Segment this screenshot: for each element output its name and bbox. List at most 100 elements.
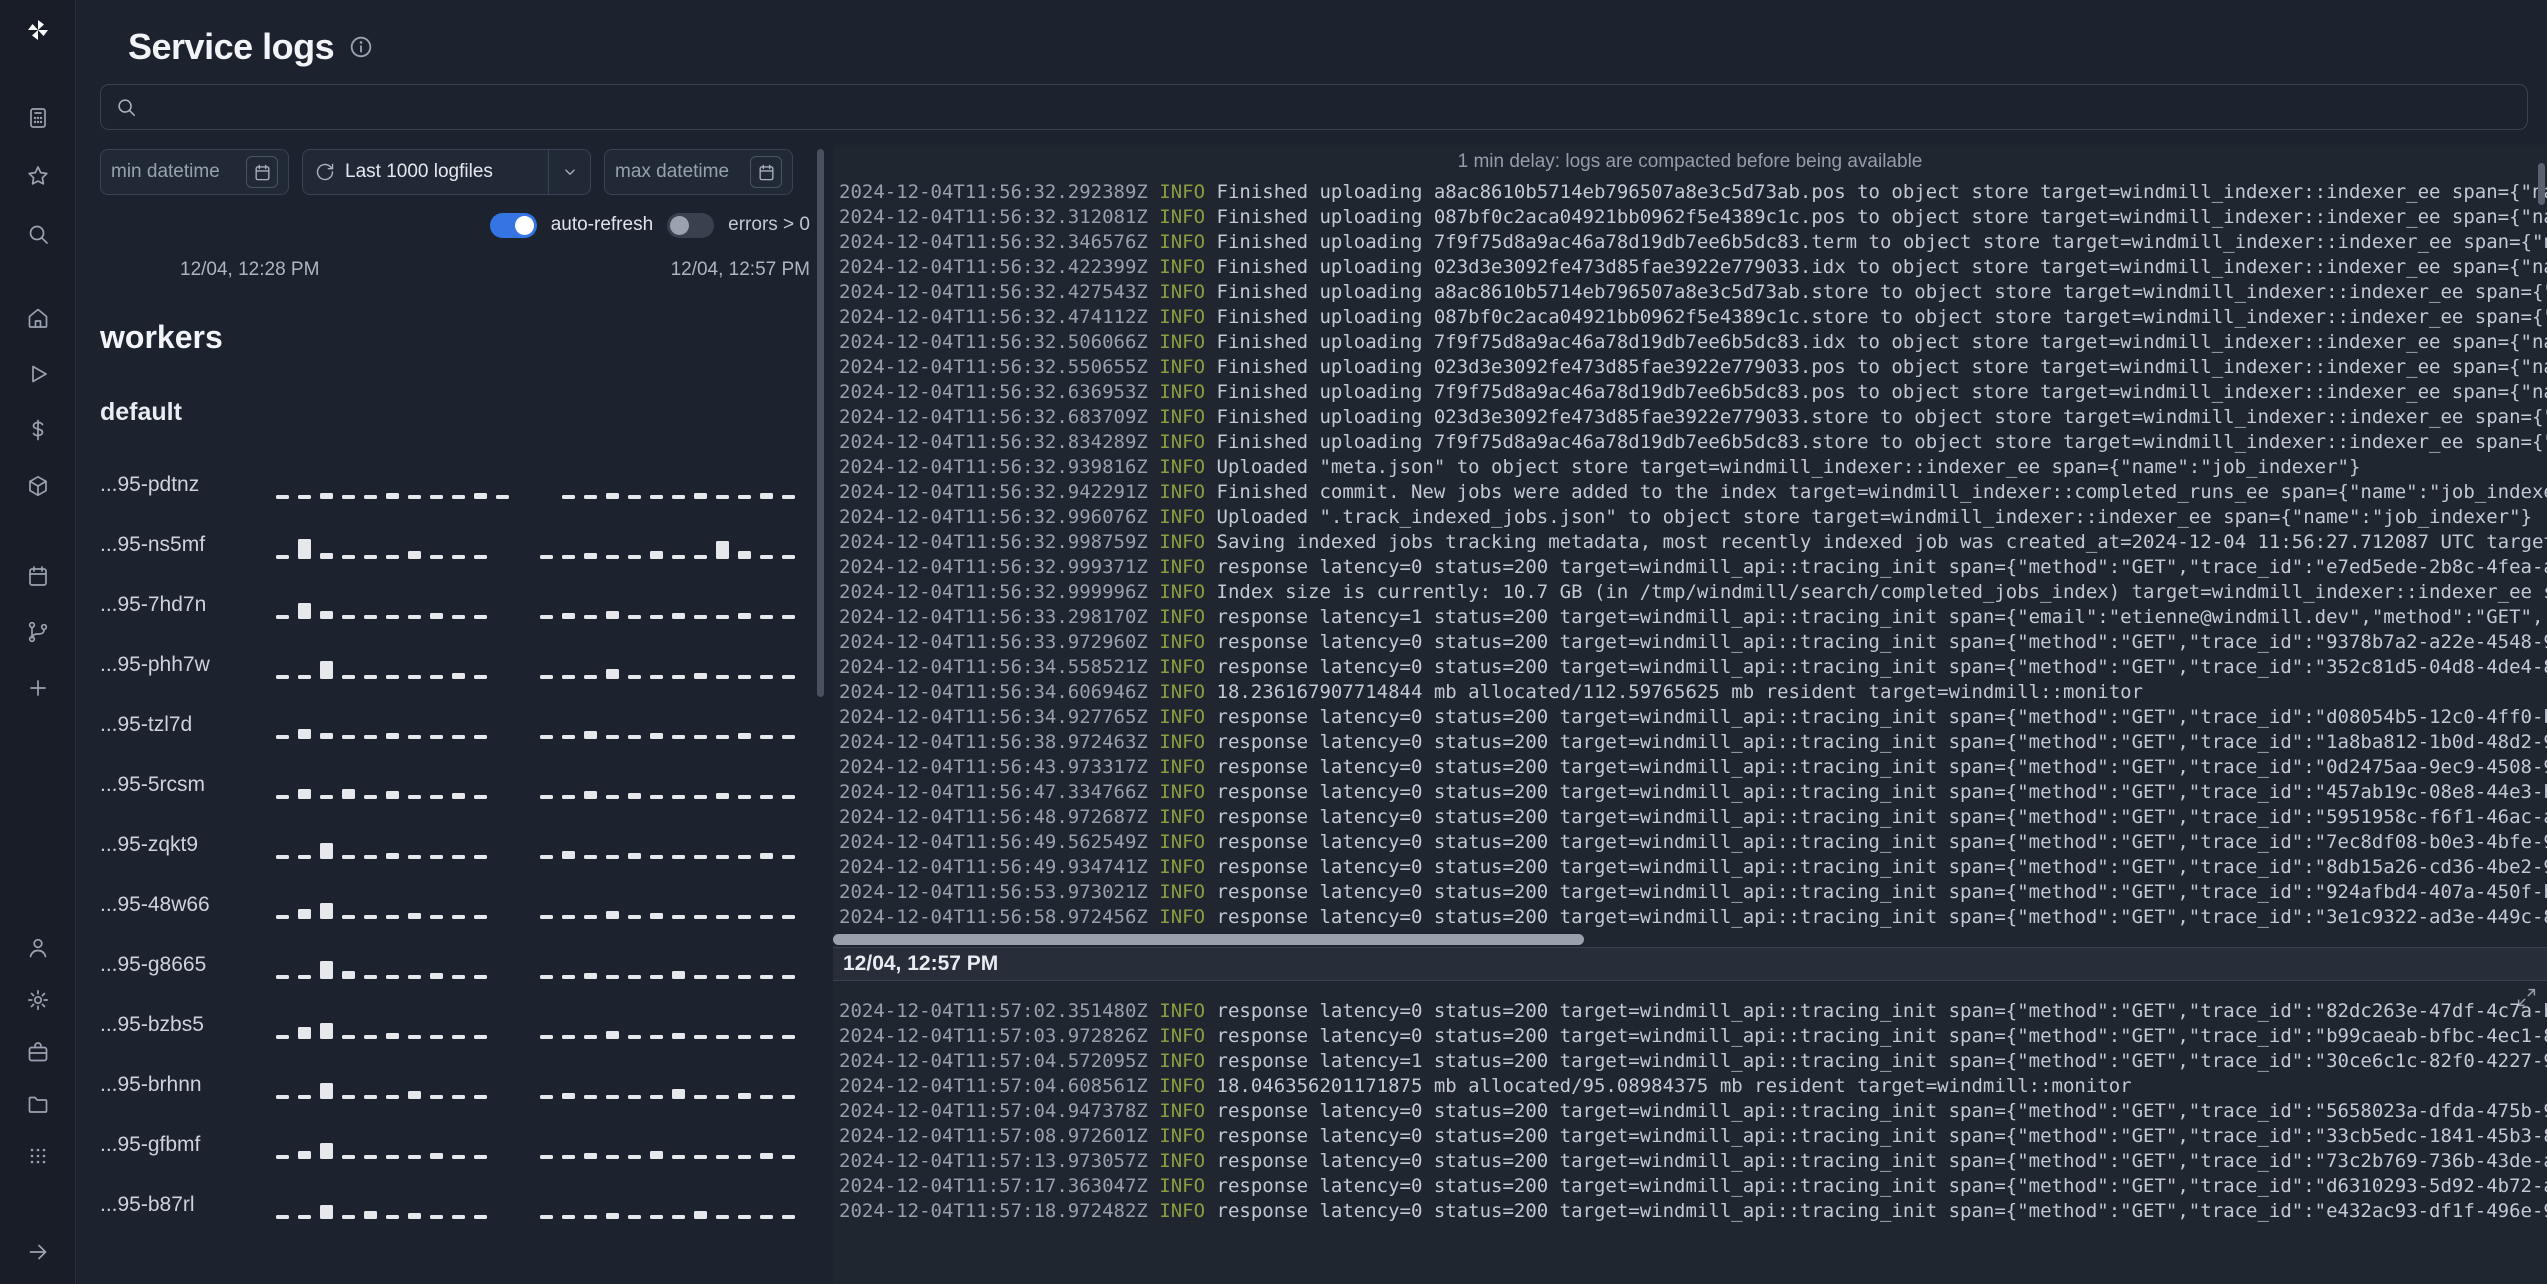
spark-bar	[562, 495, 575, 499]
spark-bar	[298, 539, 311, 559]
log-timestamp: 2024-12-04T11:57:08.972601Z	[839, 1125, 1148, 1147]
logfiles-selector-caret-button[interactable]	[548, 150, 590, 194]
sidebar-item-variables[interactable]	[16, 408, 60, 452]
min-datetime-calendar-button[interactable]	[246, 156, 278, 188]
spark-bar	[694, 735, 707, 739]
log-line: 2024-12-04T11:56:49.934741Z INFO respons…	[839, 855, 2547, 880]
sidebar-item-workers[interactable]	[16, 610, 60, 654]
auto-refresh-toggle[interactable]	[489, 212, 537, 238]
logfiles-selector-main[interactable]: Last 1000 logfiles	[303, 161, 540, 183]
spark-bar	[694, 795, 707, 799]
log-level: INFO	[1147, 1050, 1217, 1072]
sidebar-item-favorites[interactable]	[16, 154, 60, 198]
search-input[interactable]	[147, 95, 2513, 119]
spark-slot	[430, 1215, 452, 1219]
spark-bar	[606, 911, 619, 919]
worker-row[interactable]: ...95-gfbmf	[100, 1115, 810, 1175]
worker-row[interactable]: ...95-phh7w	[100, 635, 810, 695]
sidebar-item-apps[interactable]	[16, 96, 60, 140]
log-timestamp: 2024-12-04T11:56:32.506066Z	[839, 331, 1148, 353]
spark-bar	[562, 735, 575, 739]
spark-slot	[474, 1155, 496, 1159]
log-message: response latency=0 status=200 target=win…	[1216, 1200, 2547, 1222]
calendar-icon	[758, 164, 774, 180]
spark-bar	[474, 795, 487, 799]
sidebar-item-home[interactable]	[16, 296, 60, 340]
spark-slot	[738, 915, 760, 919]
spark-slot	[628, 915, 650, 919]
sidebar-item-runs[interactable]	[16, 352, 60, 396]
spark-bar	[298, 495, 311, 499]
sidebar-item-menu[interactable]	[16, 1134, 60, 1178]
log-line: 2024-12-04T11:56:32.506066Z INFO Finishe…	[839, 330, 2547, 355]
sidebar-expand-button[interactable]	[16, 1230, 60, 1274]
spark-bar	[298, 975, 311, 979]
spark-bar	[276, 675, 289, 679]
spark-slot	[364, 1095, 386, 1099]
spark-bar	[628, 915, 641, 919]
spark-slot	[298, 675, 320, 679]
spark-slot	[408, 1035, 430, 1039]
spark-slot	[430, 1095, 452, 1099]
search-bar[interactable]	[100, 84, 2528, 130]
worker-row[interactable]: ...95-5rcsm	[100, 755, 810, 815]
left-panel-scrollbar[interactable]	[817, 149, 824, 697]
sidebar-item-folders[interactable]	[16, 1082, 60, 1126]
errors-toggle[interactable]	[667, 212, 715, 238]
log-level: INFO	[1147, 381, 1217, 403]
spark-slot	[694, 555, 716, 559]
cube-icon	[28, 475, 47, 497]
info-icon[interactable]	[348, 34, 374, 60]
worker-row[interactable]: ...95-7hd7n	[100, 575, 810, 635]
spark-slot	[584, 553, 606, 559]
sidebar-item-schedules[interactable]	[16, 554, 60, 598]
sidebar-item-search[interactable]	[16, 212, 60, 256]
worker-row[interactable]: ...95-brhnn	[100, 1055, 810, 1115]
worker-row[interactable]: ...95-ns5mf	[100, 515, 810, 575]
worker-row[interactable]: ...95-bzbs5	[100, 995, 810, 1055]
spark-bar	[694, 493, 707, 499]
sidebar-item-workspace[interactable]	[16, 1030, 60, 1074]
spark-slot	[650, 1095, 672, 1099]
spark-slot	[650, 795, 672, 799]
spark-bar	[650, 615, 663, 619]
spark-bar	[716, 1095, 729, 1099]
spark-slot	[408, 795, 430, 799]
spark-bar	[364, 555, 377, 559]
spark-slot	[474, 1095, 496, 1099]
worker-row[interactable]: ...95-tzl7d	[100, 695, 810, 755]
worker-sparkline	[276, 1011, 810, 1039]
spark-slot	[276, 975, 298, 979]
spark-bar	[562, 675, 575, 679]
worker-row[interactable]: ...95-pdtnz	[100, 455, 810, 515]
spark-slot	[782, 1215, 804, 1219]
spark-slot	[650, 1215, 672, 1219]
spark-slot	[386, 733, 408, 739]
spark-slot	[672, 495, 694, 499]
worker-row[interactable]: ...95-zqkt9	[100, 815, 810, 875]
log-timestamp: 2024-12-04T11:57:18.972482Z	[839, 1200, 1148, 1222]
min-datetime-field[interactable]: min datetime	[100, 149, 289, 195]
max-datetime-field[interactable]: max datetime	[604, 149, 793, 195]
spark-slot	[584, 675, 606, 679]
log-horizontal-scrollbar[interactable]	[833, 934, 1584, 945]
log-vertical-scrollbar[interactable]	[2538, 163, 2545, 205]
worker-row[interactable]: ...95-g8665	[100, 935, 810, 995]
max-datetime-calendar-button[interactable]	[750, 156, 782, 188]
spark-bar	[584, 731, 597, 739]
sidebar-item-resources[interactable]	[16, 464, 60, 508]
spark-slot	[584, 495, 606, 499]
log-level: INFO	[1147, 731, 1217, 753]
worker-row[interactable]: ...95-48w66	[100, 875, 810, 935]
spark-bar	[738, 1093, 751, 1099]
sidebar-item-logo[interactable]	[16, 8, 60, 52]
spark-slot	[628, 793, 650, 799]
spark-bar	[672, 971, 685, 979]
worker-row[interactable]: ...95-b87rl	[100, 1175, 810, 1235]
sidebar-item-account[interactable]	[16, 926, 60, 970]
grid-dots-icon	[30, 1148, 45, 1164]
sidebar-item-settings[interactable]	[16, 978, 60, 1022]
spark-slot	[474, 675, 496, 679]
sidebar-item-create[interactable]	[16, 666, 60, 710]
spark-slot	[342, 855, 364, 859]
